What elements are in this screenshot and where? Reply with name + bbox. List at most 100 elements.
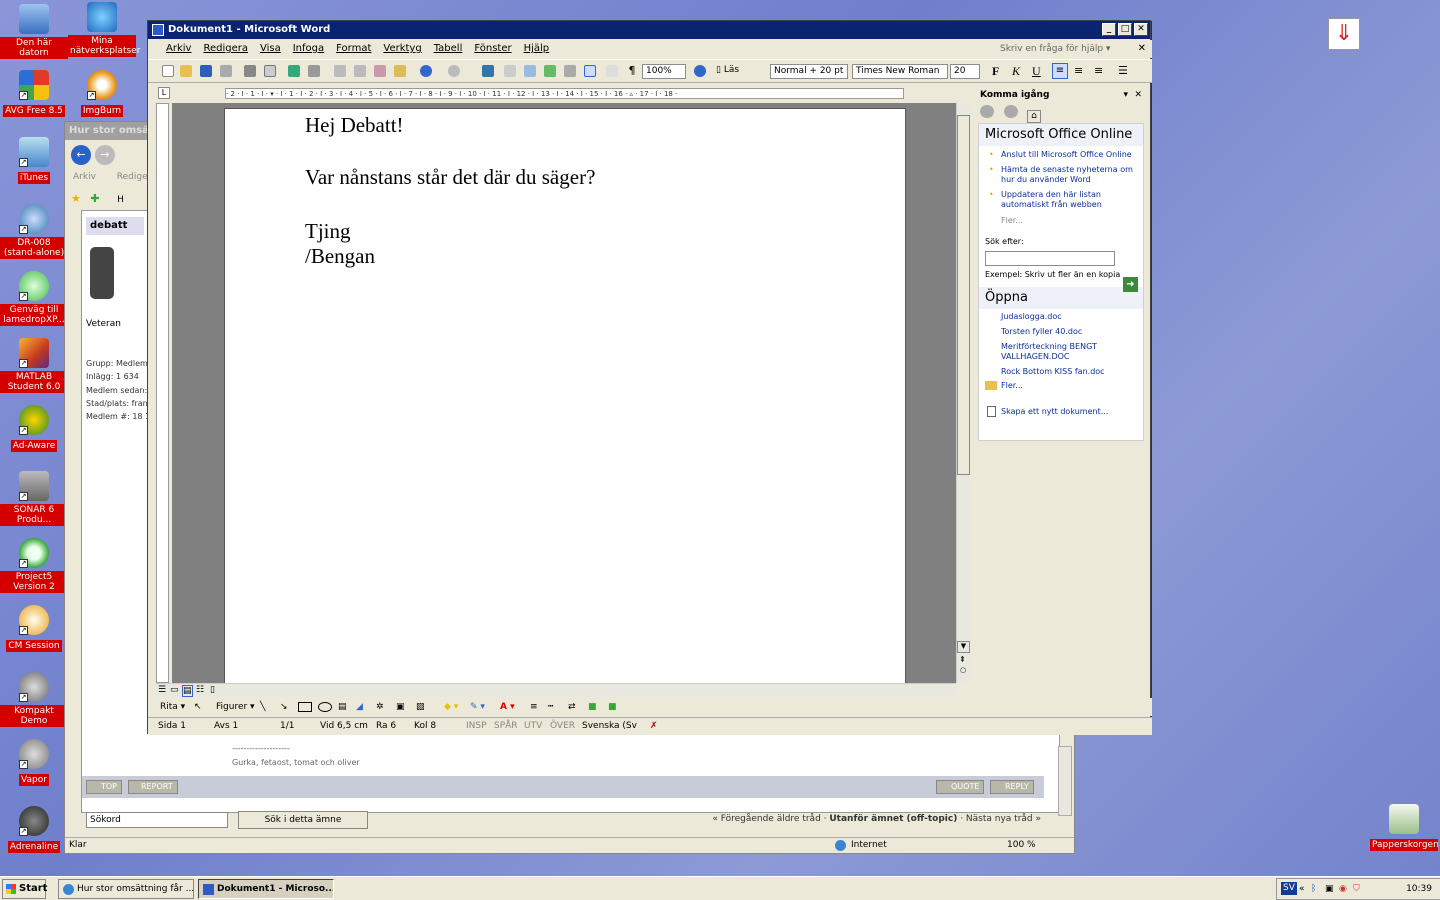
desktop-icon-kompakt[interactable]: ↗ Kompakt Demo xyxy=(0,672,68,727)
normal-view-icon[interactable]: ☰ xyxy=(158,685,166,695)
recent-file-link[interactable]: Judaslogga.doc xyxy=(979,312,1143,322)
line-icon[interactable]: ╲ xyxy=(260,698,265,716)
desktop-icon-imgburn[interactable]: ↗ ImgBurn xyxy=(68,70,136,117)
rectangle-icon[interactable] xyxy=(298,702,312,712)
align-left-icon[interactable]: ≡ xyxy=(1052,63,1068,79)
menu-arkiv[interactable]: Arkiv xyxy=(160,40,197,58)
recent-file-link[interactable]: Torsten fyller 40.doc xyxy=(979,327,1143,337)
taskbar-browser[interactable]: Hur stor omsättning får ... xyxy=(58,879,194,899)
pane-back-icon[interactable] xyxy=(980,105,994,118)
line-color-icon[interactable]: ✎ ▾ xyxy=(470,698,485,716)
menu-fonster[interactable]: Fönster xyxy=(468,40,517,58)
search-topic-button[interactable]: Sök i detta ämne xyxy=(238,811,368,829)
drawing-icon[interactable] xyxy=(584,65,596,77)
tables-borders-icon[interactable] xyxy=(504,65,516,77)
spelling-icon[interactable] xyxy=(288,65,300,77)
pane-search-field[interactable] xyxy=(985,251,1115,266)
reply-button[interactable]: REPLY xyxy=(990,780,1034,794)
read-button[interactable]: ▯ Läs xyxy=(716,65,739,75)
font-select[interactable]: Times New Roman xyxy=(852,64,948,79)
ruler-track[interactable]: · 2 · I · 1 · I · ▾ · I · 1 · I · 2 · I … xyxy=(225,88,904,99)
clipart-icon[interactable]: ▣ xyxy=(396,698,405,716)
add-favorite-icon[interactable]: ✚ xyxy=(90,192,99,205)
shadow-icon[interactable]: ■ xyxy=(588,698,597,716)
doc-close-icon[interactable]: ✕ xyxy=(1138,40,1146,58)
connect-office-online-link[interactable]: Anslut till Microsoft Office Online xyxy=(979,150,1143,160)
desktop-icon-adrenaline[interactable]: ↗ Adrenaline xyxy=(0,806,68,853)
desktop-icon-itunes[interactable]: ↗ iTunes xyxy=(0,137,68,184)
language-indicator[interactable]: SV xyxy=(1281,882,1297,895)
help-search-input[interactable]: Skriv en fråga för hjälp ▾ xyxy=(1000,42,1130,56)
web-view-icon[interactable]: ▭ xyxy=(170,685,179,695)
desktop-icon-cm-session[interactable]: ↗ CM Session xyxy=(0,605,68,652)
status-extend[interactable]: UTV xyxy=(524,718,542,735)
pane-dropdown-icon[interactable]: ▾ xyxy=(1123,87,1128,103)
underline-icon[interactable]: U xyxy=(1032,64,1041,79)
status-language[interactable]: Svenska (Sv xyxy=(582,718,637,735)
oval-icon[interactable] xyxy=(318,702,332,712)
arrow-icon[interactable]: ↘ xyxy=(280,698,288,716)
save-icon[interactable] xyxy=(200,65,212,77)
format-painter-icon[interactable] xyxy=(394,65,406,77)
dash-style-icon[interactable]: ┅ xyxy=(548,698,553,716)
prev-page-icon[interactable]: ⇞ xyxy=(959,655,966,664)
desktop-icon-lamedrop[interactable]: ↗ Genväg till lamedropXP... xyxy=(0,271,68,326)
close-button[interactable]: ✕ xyxy=(1134,23,1148,36)
desktop-icon-matlab[interactable]: ↗ MATLAB Student 6.0 xyxy=(0,338,68,393)
document-map-icon[interactable] xyxy=(606,65,618,77)
browse-object-icon[interactable]: ○ xyxy=(960,666,966,674)
desktop-icon-project5[interactable]: ↗ Project5 Version 2 xyxy=(0,538,68,593)
spelling-status-icon[interactable]: ✗ xyxy=(650,718,658,735)
status-track-changes[interactable]: SPÅR xyxy=(494,718,518,735)
style-select[interactable]: Normal + 20 pt xyxy=(770,64,848,79)
font-size-select[interactable]: 20 xyxy=(950,64,980,79)
word-title-bar[interactable]: Dokument1 - Microsoft Word _ □ ✕ xyxy=(148,21,1150,39)
print-preview-icon[interactable] xyxy=(264,65,276,77)
browser-tab[interactable]: H xyxy=(117,195,124,205)
3d-icon[interactable]: ■ xyxy=(608,698,617,716)
doc-line-3[interactable]: Var nånstans står det där du säger? xyxy=(305,165,595,190)
start-button[interactable]: Start xyxy=(2,879,47,899)
taskbar-word[interactable]: Dokument1 - Microso... xyxy=(198,879,334,899)
font-color-icon[interactable]: A ▾ xyxy=(500,698,515,716)
doc-line-6[interactable]: /Bengan xyxy=(305,244,375,269)
redo-icon[interactable] xyxy=(448,65,460,77)
permission-icon[interactable] xyxy=(220,65,232,77)
browser-menu-arkiv[interactable]: Arkiv xyxy=(73,172,96,182)
quote-button[interactable]: QUOTE xyxy=(936,780,985,794)
desktop-icon-vapor[interactable]: ↗ Vapor xyxy=(0,739,68,786)
recent-file-link[interactable]: Rock Bottom KISS fan.doc xyxy=(979,367,1143,377)
new-document-link[interactable]: Skapa ett nytt dokument... xyxy=(979,406,1143,417)
line-style-icon[interactable]: ≡ xyxy=(530,698,538,716)
menu-infoga[interactable]: Infoga xyxy=(287,40,330,58)
textbox-icon[interactable]: ▤ xyxy=(338,698,347,716)
forward-icon[interactable]: → xyxy=(95,145,115,165)
select-objects-icon[interactable]: ↖ xyxy=(194,698,202,716)
search-input[interactable]: Sökord xyxy=(86,812,228,828)
pane-home-icon[interactable]: ⌂ xyxy=(1027,110,1041,123)
help-icon[interactable] xyxy=(694,65,706,77)
latest-news-link[interactable]: Hämta de senaste nyheterna om hur du anv… xyxy=(979,165,1143,185)
cut-icon[interactable] xyxy=(334,65,346,77)
desktop-icon-network[interactable]: Mina nätverksplatser xyxy=(68,2,140,57)
top-button[interactable]: TOP xyxy=(86,780,123,794)
current-forum-link[interactable]: Utanför ämnet (off-topic) xyxy=(829,814,957,824)
desktop-icon-my-computer[interactable]: Den här datorn xyxy=(0,4,68,59)
outline-view-icon[interactable]: ☷ xyxy=(196,685,204,695)
show-hidden-icons[interactable]: « xyxy=(1299,879,1305,899)
menu-format[interactable]: Format xyxy=(330,40,377,58)
tab-selector-icon[interactable]: L xyxy=(158,87,170,99)
document-horizontal-scrollbar[interactable]: ☰ ▭ ▤ ☷ ▯ xyxy=(156,683,956,697)
columns-icon[interactable] xyxy=(564,65,576,77)
open-icon[interactable] xyxy=(180,65,192,77)
menu-visa[interactable]: Visa xyxy=(254,40,287,58)
desktop-icon-avg[interactable]: ↗ AVG Free 8.5 xyxy=(0,70,68,117)
scroll-thumb[interactable] xyxy=(957,115,970,475)
document-vertical-scrollbar[interactable]: ▼ ⇞ ○ xyxy=(956,103,970,683)
shield-icon[interactable]: ⛉ xyxy=(1353,879,1360,899)
insert-excel-icon[interactable] xyxy=(544,65,556,77)
browser-zoom[interactable]: 100 % xyxy=(1007,838,1036,853)
update-list-link[interactable]: Uppdatera den här listan automatiskt frå… xyxy=(979,190,1143,210)
zoom-select[interactable]: 100% xyxy=(642,64,686,79)
fill-color-icon[interactable]: ◆ ▾ xyxy=(444,698,458,716)
